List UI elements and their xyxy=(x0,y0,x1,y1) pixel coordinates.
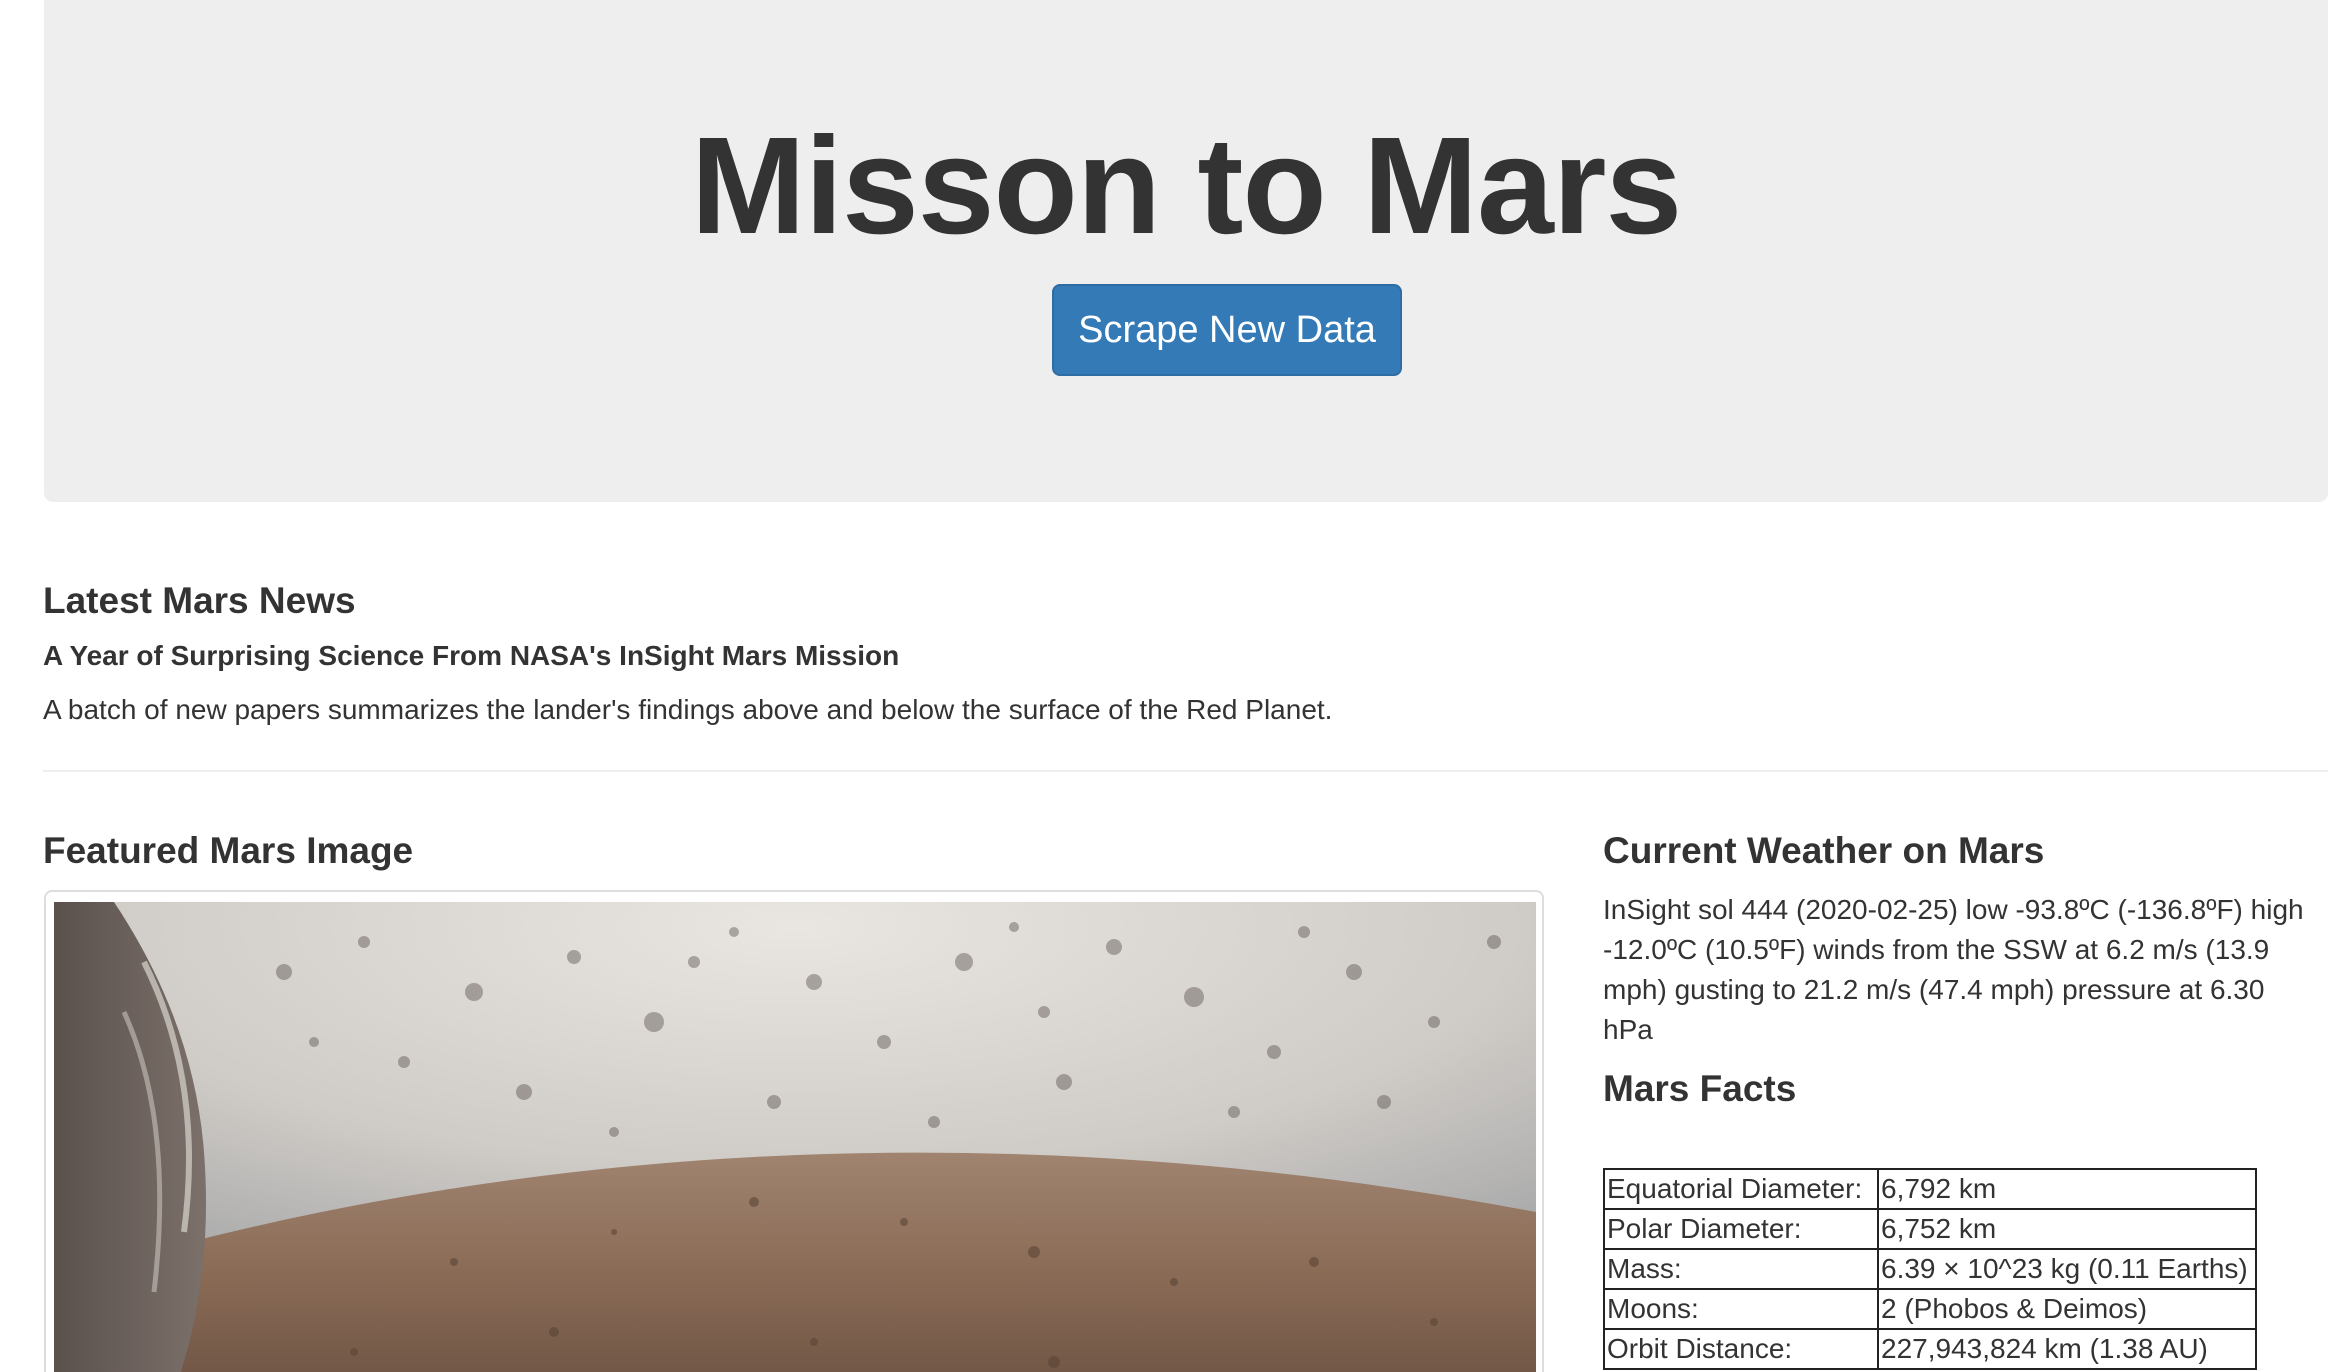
page: Misson to Mars Scrape New Data Latest Ma… xyxy=(0,0,2328,1372)
table-row: Moons: 2 (Phobos & Deimos) xyxy=(1603,1288,2257,1330)
news-heading: Latest Mars News xyxy=(43,580,356,621)
fact-label: Moons: xyxy=(1603,1288,1879,1330)
table-row: Equatorial Diameter: 6,792 km xyxy=(1603,1168,2257,1210)
table-row: Polar Diameter: 6,752 km xyxy=(1603,1208,2257,1250)
weather-heading: Current Weather on Mars xyxy=(1603,830,2045,871)
page-title: Misson to Mars xyxy=(690,109,1682,263)
fact-value: 6,792 km xyxy=(1877,1168,2257,1210)
table-row: Orbit Distance: 227,943,824 km (1.38 AU) xyxy=(1603,1328,2257,1370)
weather-text: InSight sol 444 (2020-02-25) low -93.8ºC… xyxy=(1603,894,2304,1045)
jumbotron: Misson to Mars Scrape New Data xyxy=(44,0,2328,502)
news-title: A Year of Surprising Science From NASA's… xyxy=(43,640,900,671)
fact-label: Polar Diameter: xyxy=(1603,1208,1879,1250)
facts-heading: Mars Facts xyxy=(1603,1068,1797,1109)
news-teaser: A batch of new papers summarizes the lan… xyxy=(43,694,1333,725)
fact-value: 6.39 × 10^23 kg (0.11 Earths) xyxy=(1877,1248,2257,1290)
fact-label: Orbit Distance: xyxy=(1603,1328,1879,1370)
fact-value: 6,752 km xyxy=(1877,1208,2257,1250)
fact-label: Equatorial Diameter: xyxy=(1603,1168,1879,1210)
featured-mars-image xyxy=(54,902,1536,1372)
table-row: Mass: 6.39 × 10^23 kg (0.11 Earths) xyxy=(1603,1248,2257,1290)
mars-facts-table: Equatorial Diameter: 6,792 km Polar Diam… xyxy=(1603,1168,2257,1370)
fact-label: Mass: xyxy=(1603,1248,1879,1290)
featured-image-thumbnail[interactable] xyxy=(44,890,1544,1372)
scrape-new-data-button[interactable]: Scrape New Data xyxy=(1052,284,1402,376)
fact-value: 2 (Phobos & Deimos) xyxy=(1877,1288,2257,1330)
fact-value: 227,943,824 km (1.38 AU) xyxy=(1877,1328,2257,1370)
featured-image-heading: Featured Mars Image xyxy=(43,830,414,871)
divider xyxy=(43,770,2328,772)
